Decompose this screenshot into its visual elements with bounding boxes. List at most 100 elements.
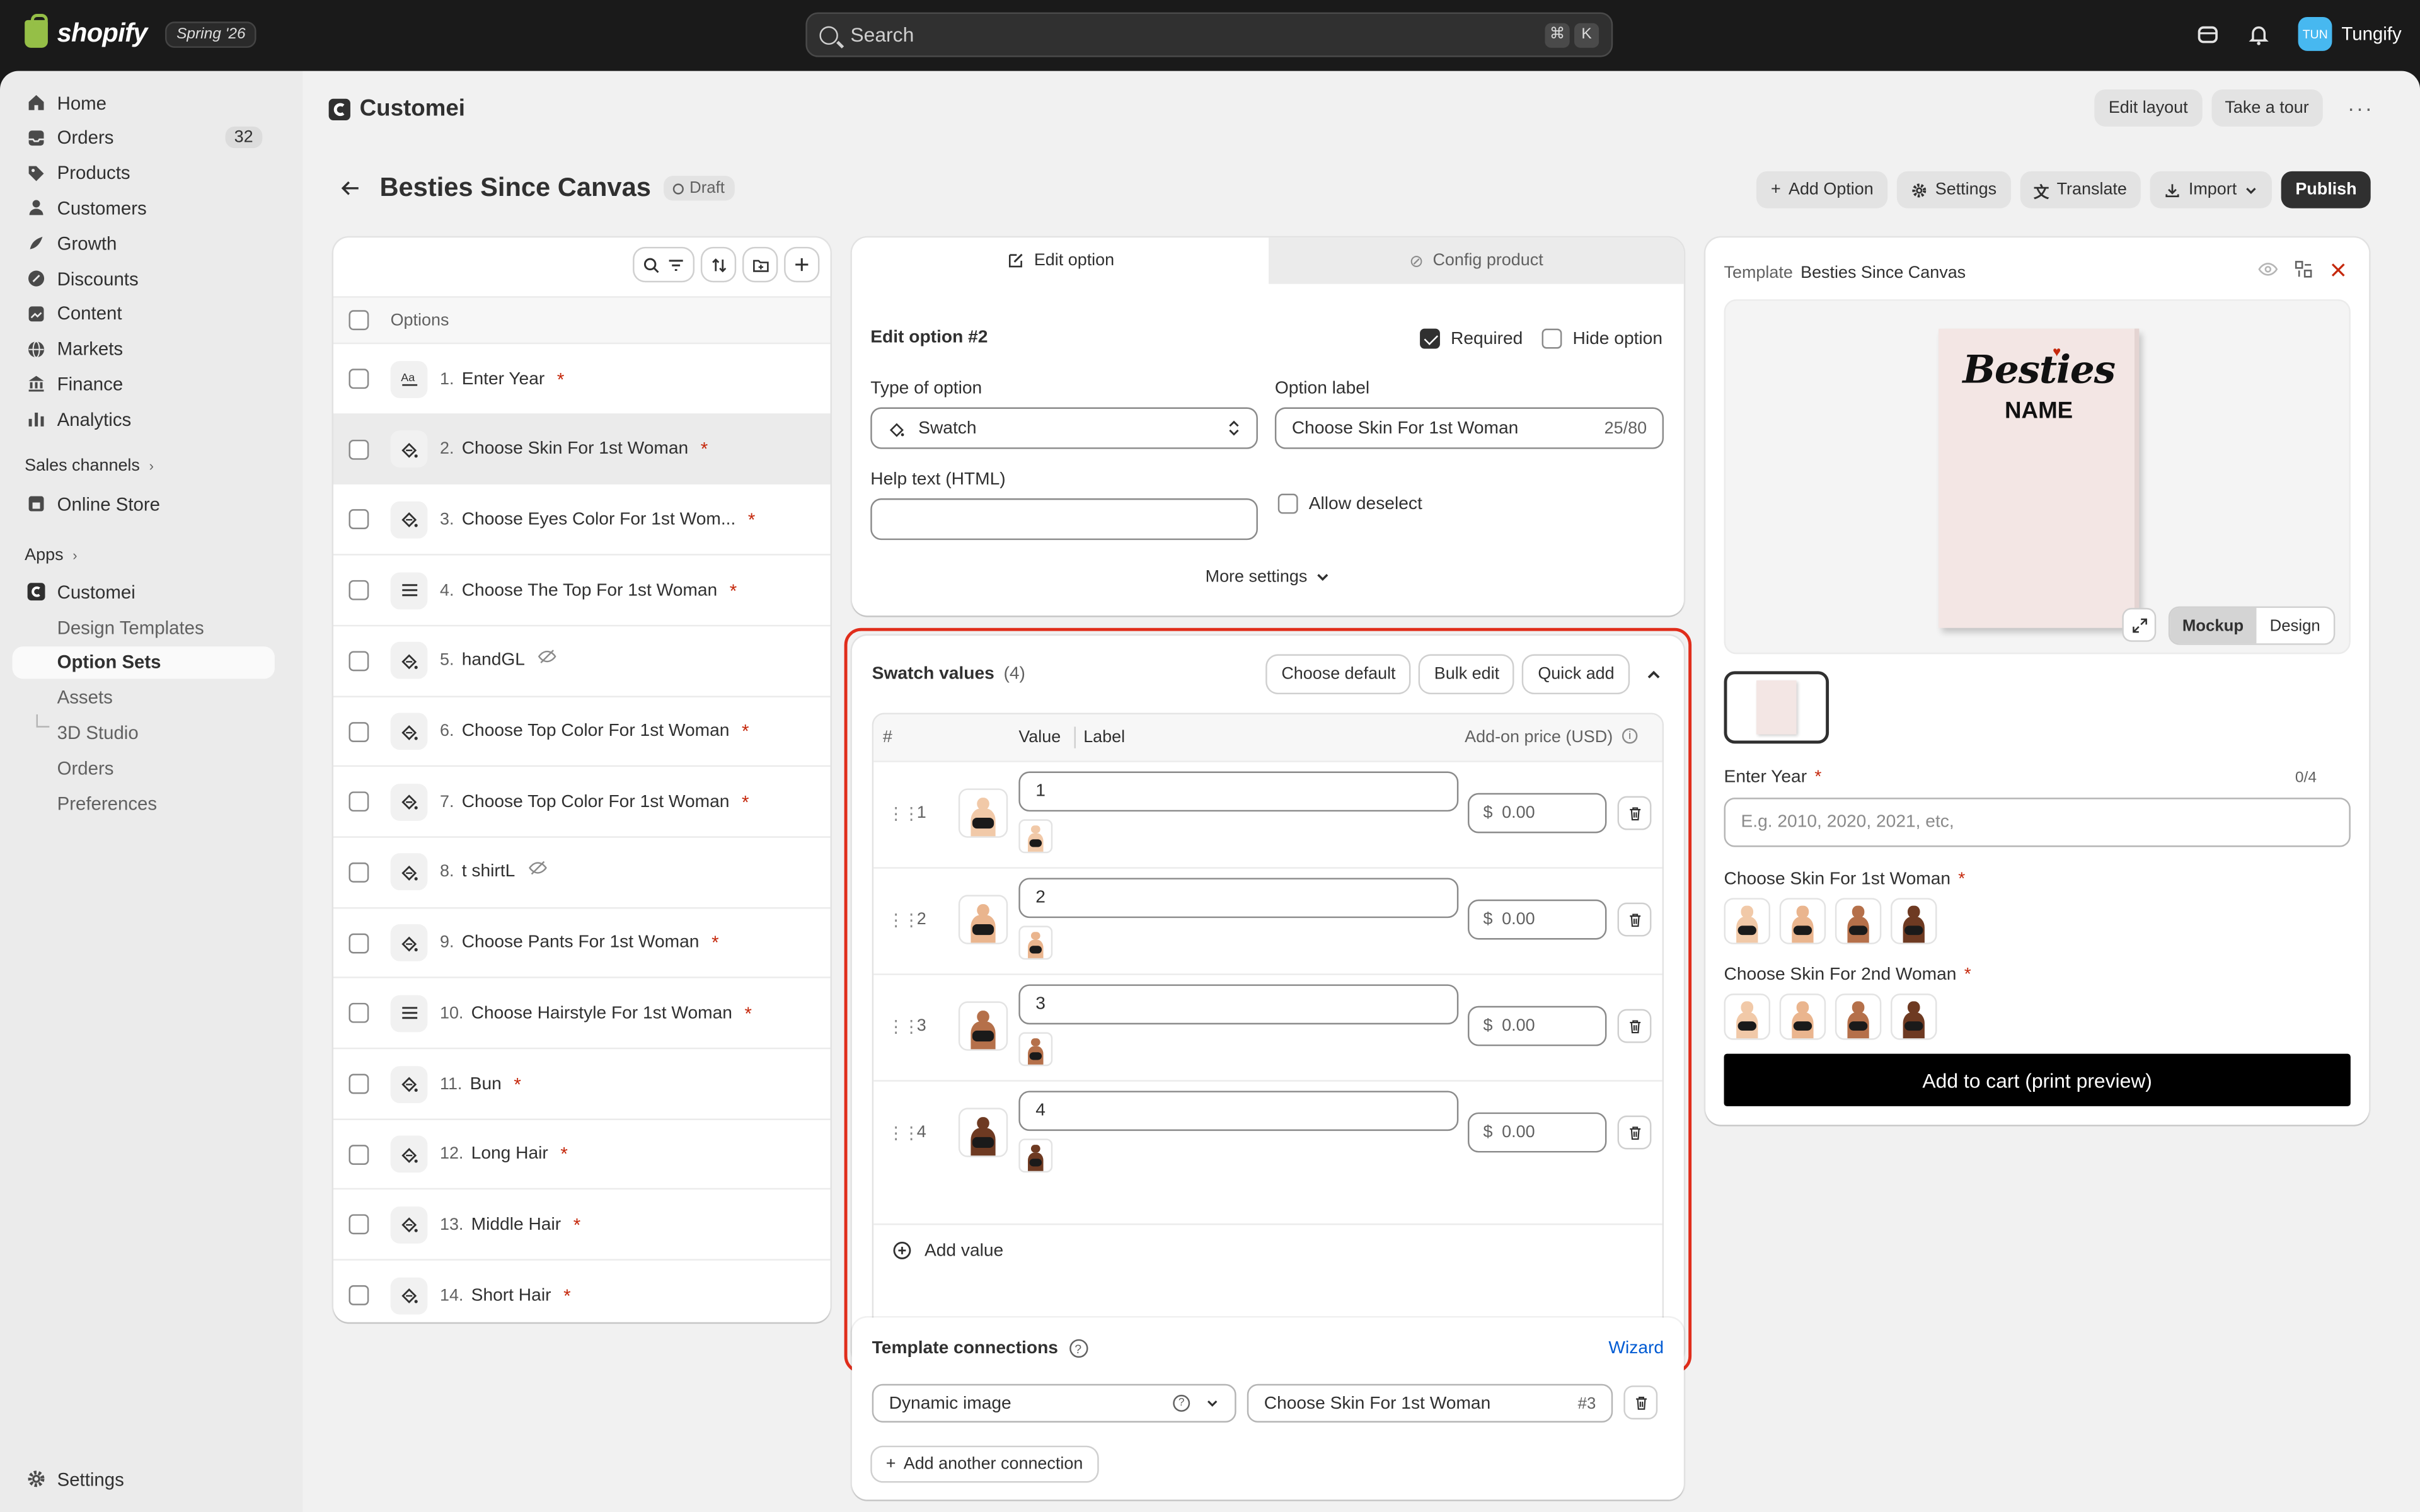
help-icon[interactable]: ? xyxy=(1173,1394,1190,1412)
preview-swatch[interactable] xyxy=(1724,898,1771,944)
enter-year-input[interactable]: E.g. 2010, 2020, 2021, etc, xyxy=(1724,798,2351,847)
option-checkbox[interactable] xyxy=(349,1074,369,1094)
option-row[interactable]: 9. Choose Pants For 1st Woman * xyxy=(333,907,831,978)
import-button[interactable]: Import xyxy=(2150,171,2273,209)
option-checkbox[interactable] xyxy=(349,1144,369,1165)
help-text-input[interactable] xyxy=(870,498,1258,541)
sort-button[interactable] xyxy=(702,248,735,281)
swatch-image[interactable] xyxy=(958,788,1008,838)
sidebar-item-discounts[interactable]: Discounts xyxy=(13,262,275,294)
option-checkbox[interactable] xyxy=(349,932,369,953)
add-to-cart-button[interactable]: Add to cart (print preview) xyxy=(1724,1053,2351,1106)
option-checkbox[interactable] xyxy=(349,791,369,812)
required-checkbox[interactable] xyxy=(1420,328,1440,349)
sidebar-item-customei[interactable]: Customei xyxy=(13,575,275,607)
select-all-checkbox[interactable] xyxy=(349,310,369,331)
swatch-thumbnail[interactable] xyxy=(1018,819,1053,854)
info-icon[interactable]: i xyxy=(1622,728,1638,744)
bulk-edit-button[interactable]: Bulk edit xyxy=(1420,655,1514,693)
more-settings-button[interactable]: More settings xyxy=(852,568,1684,587)
choose-default-button[interactable]: Choose default xyxy=(1267,655,1410,693)
sales-channels-heading[interactable]: Sales channels › xyxy=(25,457,154,475)
close-icon[interactable] xyxy=(2329,260,2348,278)
sidebar-item-home[interactable]: Home xyxy=(13,86,275,118)
drag-handle-icon[interactable]: ⋮⋮ xyxy=(887,1017,919,1036)
preview-swatch[interactable] xyxy=(1891,994,1937,1040)
back-arrow-icon[interactable] xyxy=(340,178,361,199)
publish-button[interactable]: Publish xyxy=(2281,171,2371,209)
settings-button[interactable]: Settings xyxy=(1896,171,2011,209)
add-connection-button[interactable]: + Add another connection xyxy=(872,1447,1097,1482)
help-icon[interactable]: ? xyxy=(1069,1339,1088,1358)
swatch-value-input[interactable]: 1 xyxy=(1018,771,1459,812)
add-option-button[interactable]: + Add Option xyxy=(1756,171,1887,209)
tab-edit-option[interactable]: Edit option xyxy=(851,238,1269,284)
sidebar-item-settings[interactable]: Settings xyxy=(13,1463,275,1495)
delete-connection-button[interactable] xyxy=(1625,1387,1656,1418)
option-row[interactable]: 7. Choose Top Color For 1st Woman * xyxy=(333,765,831,837)
layout-icon[interactable] xyxy=(2293,259,2313,279)
swatch-value-input[interactable]: 3 xyxy=(1018,984,1459,1025)
option-row[interactable]: 3. Choose Eyes Color For 1st Wom... * xyxy=(333,483,831,554)
swatch-value-input[interactable]: 2 xyxy=(1018,878,1459,919)
option-checkbox[interactable] xyxy=(349,1285,369,1306)
option-row[interactable]: 10. Choose Hairstyle For 1st Woman * xyxy=(333,976,831,1048)
option-row[interactable]: 2. Choose Skin For 1st Woman * xyxy=(333,413,831,484)
required-toggle[interactable]: Required xyxy=(1420,328,1523,349)
swatch-thumbnail[interactable] xyxy=(1018,925,1053,960)
option-row[interactable]: 5. handGL xyxy=(333,624,831,696)
addon-price-input[interactable]: $0.00 xyxy=(1467,1005,1607,1046)
swatch-thumbnail[interactable] xyxy=(1018,1032,1053,1067)
mockup-toggle-button[interactable]: Mockup xyxy=(2170,607,2256,644)
add-button[interactable] xyxy=(785,248,818,281)
addon-price-input[interactable]: $0.00 xyxy=(1467,1112,1607,1153)
sidebar-item-growth[interactable]: Growth xyxy=(13,227,275,259)
option-checkbox[interactable] xyxy=(349,721,369,742)
sidebar-item-preferences[interactable]: Preferences xyxy=(13,787,275,819)
option-checkbox[interactable] xyxy=(349,439,369,460)
option-row[interactable]: 12. Long Hair * xyxy=(333,1118,831,1189)
option-checkbox[interactable] xyxy=(349,369,369,389)
option-row[interactable]: Aa 1. Enter Year * xyxy=(333,342,831,414)
swatch-image[interactable] xyxy=(958,895,1008,944)
add-value-button[interactable]: Add value xyxy=(873,1223,1662,1276)
option-row[interactable]: 6. Choose Top Color For 1st Woman * xyxy=(333,695,831,766)
option-row[interactable]: 14. Short Hair * xyxy=(333,1259,831,1322)
apps-heading[interactable]: Apps › xyxy=(25,546,77,564)
sidebar-item-assets[interactable]: Assets xyxy=(13,681,275,713)
hide-option-toggle[interactable]: Hide option xyxy=(1541,328,1662,349)
sidebar-item-online-store[interactable]: Online Store xyxy=(13,488,275,520)
sidebar-item-content[interactable]: Content xyxy=(13,297,275,329)
sidebar-item-customers[interactable]: Customers xyxy=(13,192,275,224)
option-row[interactable]: 4. Choose The Top For 1st Woman * xyxy=(333,554,831,625)
preview-swatch[interactable] xyxy=(1835,994,1882,1040)
sidebar-item-option-sets[interactable]: Option Sets xyxy=(12,646,275,679)
option-checkbox[interactable] xyxy=(349,580,369,600)
expand-button[interactable] xyxy=(2123,609,2155,641)
design-toggle-button[interactable]: Design xyxy=(2256,608,2334,643)
store-icon[interactable] xyxy=(2196,23,2220,46)
delete-value-button[interactable] xyxy=(1619,1011,1650,1042)
delete-value-button[interactable] xyxy=(1619,798,1650,829)
swatch-value-input[interactable]: 4 xyxy=(1018,1091,1459,1131)
swatch-image[interactable] xyxy=(958,1108,1008,1157)
folder-button[interactable] xyxy=(744,248,776,281)
hide-option-checkbox[interactable] xyxy=(1541,328,1562,349)
preview-swatch[interactable] xyxy=(1835,898,1882,944)
preview-swatch[interactable] xyxy=(1779,898,1826,944)
take-tour-button[interactable]: Take a tour xyxy=(2211,89,2323,127)
option-checkbox[interactable] xyxy=(349,862,369,883)
preview-swatch[interactable] xyxy=(1724,994,1771,1040)
option-checkbox[interactable] xyxy=(349,650,369,671)
drag-handle-icon[interactable]: ⋮⋮ xyxy=(887,910,919,930)
delete-value-button[interactable] xyxy=(1619,904,1650,936)
option-row[interactable]: 8. t shirtL xyxy=(333,836,831,907)
connection-type-select[interactable]: Dynamic image ? xyxy=(872,1383,1236,1423)
quick-add-button[interactable]: Quick add xyxy=(1524,655,1628,693)
allow-deselect-checkbox[interactable] xyxy=(1277,493,1298,514)
drag-handle-icon[interactable]: ⋮⋮ xyxy=(887,1123,919,1143)
sidebar-item-design-templates[interactable]: Design Templates xyxy=(13,611,275,643)
addon-price-input[interactable]: $0.00 xyxy=(1467,899,1607,940)
mockup-thumbnail[interactable] xyxy=(1724,671,1829,744)
option-checkbox[interactable] xyxy=(349,510,369,530)
